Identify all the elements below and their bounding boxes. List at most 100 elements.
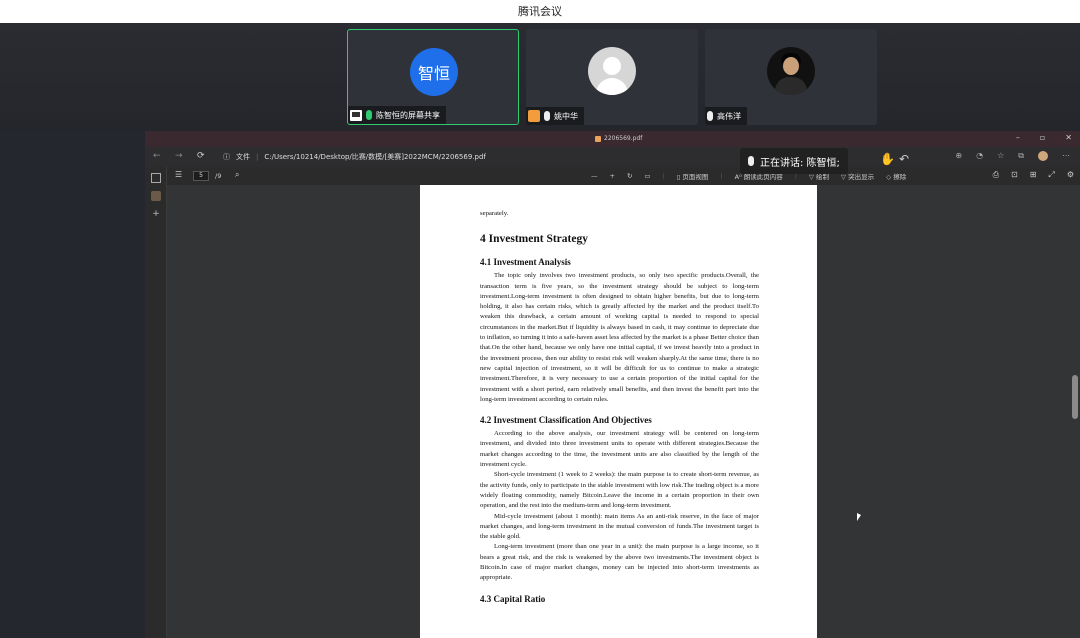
browser-nav-bar: ← → ⟳ ⓘ 文件 | C:/Users/10214/Desktop/比赛/数… (145, 147, 1080, 167)
contents-icon[interactable]: ☰ (175, 170, 182, 179)
microphone-icon (748, 156, 754, 166)
avatar (588, 47, 636, 95)
avatar: 智恒 (410, 48, 458, 96)
highlight-icon: ▽ (841, 173, 847, 181)
annotation-controls: ✋ ↶ (880, 152, 909, 166)
info-icon: ⓘ (223, 153, 230, 161)
pdf-viewer-area[interactable]: separately. 4 Investment Strategy 4.1 In… (167, 185, 1080, 638)
favorites-icon[interactable]: ☆ (997, 151, 1004, 161)
participant-tile-3[interactable]: 高伟洋 (705, 29, 877, 125)
pdf-toolbar: ☰ 5 /9 ⌕ — + ↻ ▭ | ▯ 页面视图 | A⁰ 朗读此页内容 | … (167, 167, 1080, 185)
address-divider: | (256, 153, 259, 161)
subsection-heading-1: 4.1 Investment Analysis (480, 257, 571, 268)
speaking-indicator: 正在讲话: 陈智恒; (740, 148, 848, 174)
scrollbar-thumb[interactable] (1072, 375, 1078, 419)
erase-button[interactable]: ◇ 擦除 (886, 171, 906, 181)
save-icon[interactable]: ⊡ (1011, 170, 1018, 180)
browser-toolbar-right: ⊕ ◔ ☆ ⧉ ⋯ (955, 151, 1070, 161)
more-menu-icon[interactable]: ⋯ (1062, 151, 1070, 161)
tab-title: 2206569.pdf (604, 135, 643, 142)
participant-label: 陈智恒的屏幕共享 (348, 106, 446, 124)
paragraph: Mid-cycle investment (about 1 month): ma… (480, 512, 759, 541)
pdf-file-icon (595, 135, 601, 142)
page-total: /9 (215, 172, 222, 180)
participant-name: 姚中华 (554, 111, 578, 121)
close-button[interactable]: ✕ (1065, 133, 1072, 142)
rotate-icon[interactable]: ↻ (627, 172, 632, 180)
microphone-muted-icon (707, 111, 713, 121)
microphone-icon (544, 111, 550, 121)
highlight-label: 突出显示 (848, 173, 875, 181)
page-view-icon: ▯ (676, 173, 681, 181)
subsection-heading-3: 4.3 Capital Ratio (480, 593, 546, 604)
reload-icon[interactable]: ⟳ (197, 151, 205, 161)
page-view-button[interactable]: ▯ 页面视图 (677, 171, 709, 181)
participants-strip: 智恒 陈智恒的屏幕共享 姚中华 高伟洋 (0, 23, 1080, 131)
draw-label: 绘制 (816, 173, 830, 181)
page-number-value: 5 (199, 172, 203, 179)
meeting-title-bar: 腾讯会议 (0, 0, 1080, 23)
address-url: C:/Users/10214/Desktop/比赛/数模/[美赛]2022MCM… (264, 153, 486, 161)
subsection-heading-2: 4.2 Investment Classification And Object… (480, 415, 652, 426)
vertical-scrollbar[interactable] (1072, 185, 1078, 638)
mouse-cursor-icon (857, 513, 861, 521)
address-bar[interactable]: ⓘ 文件 | C:/Users/10214/Desktop/比赛/数模/[美赛]… (223, 152, 486, 162)
shared-browser-window: 2206569.pdf – ▫ ✕ ← → ⟳ ⓘ 文件 | C:/Users/… (145, 131, 1080, 638)
zoom-in-button[interactable]: + (610, 172, 615, 180)
settings-gear-icon[interactable]: ⚙ (1067, 170, 1074, 180)
avatar-initials: 智恒 (417, 64, 450, 83)
screen-share-icon (350, 109, 362, 121)
forward-arrow-icon[interactable]: → (175, 151, 183, 161)
window-controls: – ▫ ✕ (1016, 133, 1072, 142)
hand-icon[interactable]: ✋ (880, 152, 895, 166)
speaking-label: 正在讲话: 陈智恒; (760, 157, 840, 169)
paragraph: Short-cycle investment (1 week to 2 week… (480, 471, 759, 510)
participant-label: 姚中华 (526, 107, 584, 125)
draw-icon: ▽ (808, 173, 814, 181)
pdf-toolbar-right: ⎙ ⊡ ⊞ ⤢ ⚙ (993, 170, 1074, 180)
undo-icon[interactable]: ↶ (899, 152, 909, 166)
participant-tile-1[interactable]: 智恒 陈智恒的屏幕共享 (347, 29, 519, 125)
address-file-label: 文件 (236, 153, 250, 161)
participant-name: 陈智恒的屏幕共享 (376, 110, 440, 120)
collections-icon[interactable]: ⧉ (1018, 151, 1024, 161)
maximize-button[interactable]: ▫ (1040, 133, 1045, 142)
tab-pdf[interactable]: 2206569.pdf (595, 135, 642, 142)
microphone-icon (366, 110, 372, 120)
photo-head (783, 57, 799, 75)
eraser-icon: ◇ (886, 173, 892, 181)
participant-tile-2[interactable]: 姚中华 (526, 29, 698, 125)
zoom-icon[interactable]: ⊕ (955, 151, 962, 161)
back-arrow-icon[interactable]: ← (153, 151, 161, 161)
thumbnail-panel-icon[interactable] (151, 173, 161, 183)
paragraph: Long-term investment (more than one year… (480, 543, 759, 582)
page-view-label: 页面视图 (682, 173, 709, 181)
profile-avatar-icon[interactable] (1038, 151, 1048, 161)
erase-label: 擦除 (893, 173, 907, 181)
fit-page-icon[interactable]: ▭ (644, 172, 650, 180)
participant-name: 高伟洋 (717, 111, 741, 121)
search-icon[interactable]: ⌕ (235, 170, 239, 180)
browser-title-bar: 2206569.pdf – ▫ ✕ (145, 131, 1080, 147)
add-icon[interactable]: + (151, 209, 161, 219)
print-icon[interactable]: ⎙ (993, 170, 999, 180)
shared-screen-left-margin (0, 131, 145, 638)
section-heading: 4 Investment Strategy (480, 233, 588, 246)
pdf-page: separately. 4 Investment Strategy 4.1 In… (420, 185, 817, 638)
default-avatar-head (603, 57, 621, 75)
avatar (767, 47, 815, 95)
zoom-out-button[interactable]: — (591, 172, 598, 180)
page-number-input[interactable]: 5 (193, 171, 209, 181)
fullscreen-icon[interactable]: ⤢ (1048, 170, 1054, 180)
host-badge-icon (528, 110, 540, 122)
profile-thumb-icon[interactable] (151, 191, 161, 201)
save-as-icon[interactable]: ⊞ (1030, 170, 1037, 180)
tracking-icon[interactable]: ◔ (976, 151, 983, 161)
photo-body (775, 77, 807, 95)
intro-text: separately. (480, 210, 509, 217)
toolbar-divider: | (662, 172, 665, 180)
minimize-button[interactable]: – (1016, 133, 1020, 142)
participant-label: 高伟洋 (705, 107, 747, 125)
toolbar-divider: | (720, 172, 723, 180)
app-title: 腾讯会议 (518, 5, 562, 18)
